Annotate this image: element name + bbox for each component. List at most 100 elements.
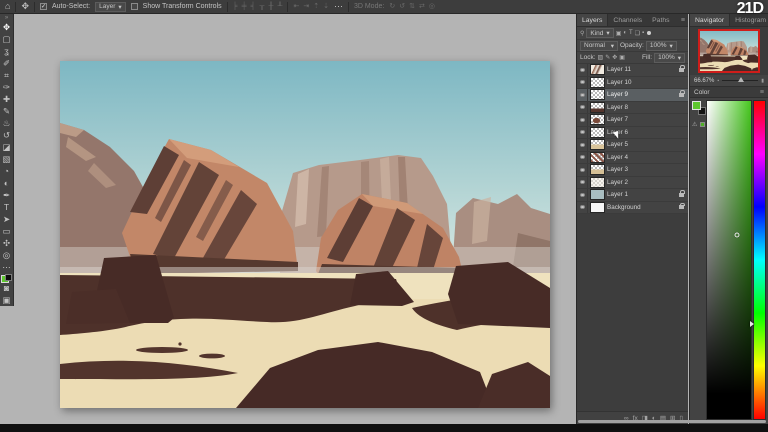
filter-shape-icon[interactable]: ❏ [635, 30, 640, 37]
lock-pixels-icon[interactable]: ✎ [605, 54, 610, 61]
align-middle-icon[interactable]: ╫ [269, 2, 274, 11]
3d-drag-icon[interactable]: ⇅ [409, 2, 415, 11]
layer-row-selected[interactable]: Layer 9 [577, 89, 688, 102]
align-right-icon[interactable]: ╡ [251, 2, 256, 11]
document-canvas[interactable] [60, 61, 550, 408]
layer-thumbnail[interactable] [590, 164, 605, 176]
fill-value[interactable]: 100% ▾ [654, 52, 685, 63]
lock-position-icon[interactable]: ✥ [612, 54, 617, 61]
visibility-eye-icon[interactable] [579, 180, 585, 185]
foreground-color-chip[interactable] [692, 101, 701, 110]
visibility-eye-icon[interactable] [579, 92, 585, 97]
layer-thumbnail[interactable] [590, 201, 605, 213]
quick-mask-button[interactable]: ◙ [4, 282, 9, 294]
tab-navigator[interactable]: Navigator [690, 14, 731, 26]
3d-slide-icon[interactable]: ⇄ [419, 2, 425, 11]
layer-thumbnail[interactable] [590, 189, 605, 201]
layer-row[interactable]: Layer 11 [577, 64, 688, 77]
distribute-bottom-icon[interactable]: ⇣ [323, 2, 329, 11]
layer-thumbnail[interactable] [590, 151, 605, 163]
align-bottom-icon[interactable]: ╨ [277, 2, 282, 11]
zoom-tool[interactable]: ◎ [3, 249, 10, 261]
filter-toggle[interactable] [647, 31, 652, 35]
move-tool[interactable]: ✥ [3, 21, 10, 33]
websafe-color-chip[interactable] [700, 122, 705, 127]
navigator-view-box[interactable] [698, 29, 760, 73]
distribute-left-icon[interactable]: ⇤ [293, 2, 299, 11]
screen-mode-button[interactable]: ▣ [2, 294, 10, 306]
healing-brush-tool[interactable]: ✚ [3, 93, 10, 105]
layer-row[interactable]: Layer 7 [577, 114, 688, 127]
zoom-in-icon[interactable]: ▮ [761, 78, 764, 84]
pen-tool[interactable]: ✒ [3, 189, 10, 201]
layer-thumbnail[interactable] [590, 64, 605, 76]
layer-row[interactable]: Layer 10 [577, 76, 688, 89]
layer-row[interactable]: Layer 3 [577, 164, 688, 177]
filter-type-icon[interactable]: T [629, 30, 633, 36]
layer-row[interactable]: Layer 4 [577, 151, 688, 164]
home-icon[interactable]: ⌂ [5, 2, 10, 11]
tab-channels[interactable]: Channels [608, 14, 647, 26]
shape-tool[interactable]: ▭ [2, 225, 10, 237]
visibility-eye-icon[interactable] [579, 67, 585, 72]
type-tool[interactable]: T [4, 201, 9, 213]
filter-kind-dropdown[interactable]: Kind ▾ [586, 28, 614, 38]
3d-roll-icon[interactable]: ↺ [399, 2, 405, 11]
path-selection-tool[interactable]: ➤ [3, 213, 10, 225]
visibility-eye-icon[interactable] [579, 167, 585, 172]
visibility-eye-icon[interactable] [579, 205, 585, 210]
lock-transparency-icon[interactable]: ▨ [598, 54, 604, 61]
clone-stamp-tool[interactable]: ♨ [3, 117, 11, 129]
align-center-icon[interactable]: ╪ [242, 2, 247, 11]
hue-slider[interactable] [750, 100, 766, 420]
visibility-eye-icon[interactable] [579, 130, 585, 135]
eyedropper-tool[interactable]: ✑ [3, 81, 10, 93]
zoom-out-icon[interactable]: ▪ [717, 78, 719, 84]
lock-all-icon[interactable]: ▣ [619, 54, 625, 61]
blur-tool[interactable]: ◔ [4, 165, 9, 177]
tab-color[interactable]: Color [694, 89, 710, 96]
panel-menu-icon[interactable]: ≡ [678, 14, 688, 26]
eraser-tool[interactable]: ◪ [2, 141, 10, 153]
more-tools-icon[interactable]: ⋯ [2, 261, 11, 273]
layer-row-background[interactable]: Background [577, 201, 688, 214]
distribute-right-icon[interactable]: ⇥ [303, 2, 309, 11]
marquee-tool[interactable]: ▢ [2, 33, 10, 45]
zoom-percentage[interactable]: 66.67% [694, 78, 714, 84]
visibility-eye-icon[interactable] [579, 192, 585, 197]
layer-thumbnail[interactable] [590, 89, 605, 101]
quick-selection-tool[interactable]: ✐ [3, 57, 10, 69]
layer-thumbnail[interactable] [590, 176, 605, 188]
zoom-slider[interactable] [722, 77, 759, 82]
blend-mode-dropdown[interactable]: Normal ▾ [580, 40, 618, 51]
gradient-tool[interactable]: ▧ [2, 153, 10, 165]
panel-menu-icon[interactable]: ≡ [760, 89, 764, 96]
layer-row[interactable]: Layer 2 [577, 176, 688, 189]
filter-pixel-icon[interactable]: ▣ [616, 30, 622, 37]
layer-thumbnail[interactable] [590, 114, 605, 126]
color-selector-dot[interactable] [734, 232, 740, 238]
hue-slider-marker[interactable] [750, 320, 754, 327]
lasso-tool[interactable]: ʓ [4, 45, 9, 57]
background-color-swatch[interactable] [5, 274, 12, 281]
dodge-tool[interactable]: ◐ [4, 177, 9, 189]
layer-row[interactable]: Layer 8 [577, 101, 688, 114]
layer-row[interactable]: Layer 5 [577, 139, 688, 152]
3d-rotate-icon[interactable]: ↻ [389, 2, 395, 11]
layer-thumbnail[interactable] [590, 126, 605, 138]
layer-row[interactable]: Layer 6 [577, 126, 688, 139]
visibility-eye-icon[interactable] [579, 142, 585, 147]
layer-thumbnail[interactable] [590, 101, 605, 113]
show-transform-checkbox[interactable] [130, 3, 138, 10]
brush-tool[interactable]: ✎ [3, 105, 10, 117]
layer-thumbnail[interactable] [590, 76, 605, 88]
tab-layers[interactable]: Layers [577, 14, 609, 26]
auto-select-target-dropdown[interactable]: Layer ▾ [95, 1, 126, 12]
visibility-eye-icon[interactable] [579, 155, 585, 160]
layer-thumbnail[interactable] [590, 139, 605, 151]
more-options-icon[interactable]: ⋯ [334, 2, 343, 11]
visibility-eye-icon[interactable] [579, 117, 585, 122]
align-top-icon[interactable]: ╥ [260, 2, 265, 11]
history-brush-tool[interactable]: ↺ [3, 129, 10, 141]
zoom-slider-thumb[interactable] [738, 77, 745, 82]
